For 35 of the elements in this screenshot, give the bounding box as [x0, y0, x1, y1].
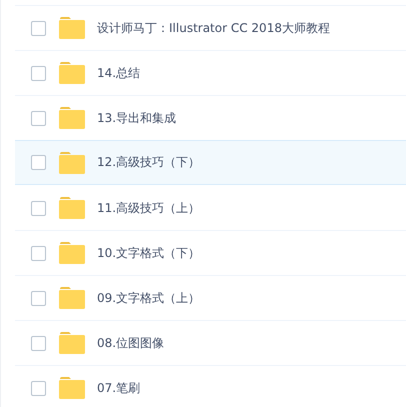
checkbox[interactable]	[31, 246, 46, 260]
folder-icon	[59, 152, 85, 174]
file-name[interactable]: 13.导出和集成	[97, 110, 176, 126]
file-row[interactable]: 08.位图图像	[15, 320, 406, 365]
file-name[interactable]: 07.笔刷	[97, 380, 140, 396]
file-name[interactable]: 12.高级技巧（下）	[97, 154, 200, 171]
checkbox[interactable]	[31, 336, 46, 350]
file-row[interactable]: 14.总结	[15, 50, 406, 95]
folder-icon	[59, 107, 85, 129]
folder-icon	[59, 17, 85, 39]
folder-icon	[59, 62, 85, 84]
checkbox[interactable]	[31, 290, 46, 306]
folder-icon	[59, 242, 85, 264]
folder-icon	[59, 332, 85, 354]
checkbox[interactable]	[31, 20, 46, 36]
folder-icon	[59, 197, 85, 219]
folder-icon	[59, 287, 85, 309]
checkbox[interactable]	[31, 380, 46, 396]
file-row[interactable]: 09.文字格式（上）	[15, 275, 406, 320]
checkbox[interactable]	[31, 200, 46, 216]
file-name[interactable]: 11.高级技巧（上）	[97, 200, 200, 216]
checkbox[interactable]	[31, 66, 46, 80]
checkbox[interactable]	[31, 110, 46, 126]
file-name[interactable]: 10.文字格式（下）	[97, 244, 200, 262]
file-row[interactable]: 11.高级技巧（上）	[15, 185, 406, 230]
file-name[interactable]: 14.总结	[97, 64, 140, 82]
file-row[interactable]: 设计师马丁：Illustrator CC 2018大师教程	[15, 5, 406, 50]
file-name[interactable]: 设计师马丁：Illustrator CC 2018大师教程	[97, 20, 330, 36]
file-name[interactable]: 09.文字格式（上）	[97, 290, 200, 306]
file-row[interactable]: 12.高级技巧（下）	[15, 140, 406, 185]
file-row[interactable]: 10.文字格式（下）	[15, 230, 406, 275]
file-name[interactable]: 08.位图图像	[97, 334, 164, 352]
checkbox[interactable]	[31, 155, 46, 170]
file-row[interactable]: 07.笔刷	[15, 365, 406, 407]
folder-icon	[59, 377, 85, 399]
